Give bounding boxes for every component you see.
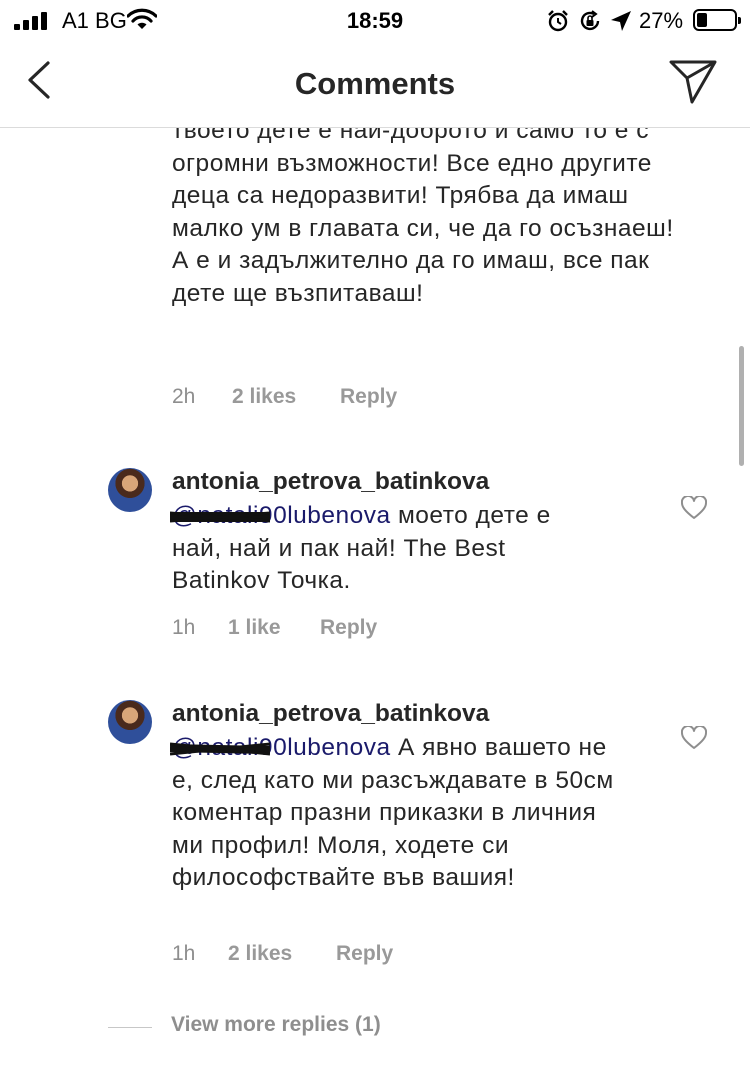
divider bbox=[108, 1027, 152, 1028]
view-more-replies-label: View more replies (1) bbox=[171, 1013, 381, 1036]
paper-plane-icon[interactable] bbox=[668, 58, 718, 104]
status-bar: A1 BG 18:59 27% bbox=[0, 0, 750, 40]
heart-icon[interactable] bbox=[681, 496, 707, 520]
redaction-scribble bbox=[170, 742, 270, 756]
mention-link[interactable]: @natali90lubenova bbox=[170, 734, 391, 761]
avatar[interactable] bbox=[108, 468, 152, 512]
page-title: Comments bbox=[294, 66, 456, 101]
likes-count[interactable]: 2 likes bbox=[232, 385, 296, 409]
header: Comments bbox=[0, 40, 750, 128]
alarm-icon bbox=[548, 10, 568, 32]
likes-count[interactable]: 1 like bbox=[228, 616, 281, 640]
comment-username[interactable]: antonia_petrova_batinkova bbox=[172, 468, 489, 496]
clock: 18:59 bbox=[346, 8, 404, 33]
comments-list[interactable]: твоето дете е най-доброто и само то е с … bbox=[0, 128, 750, 1075]
comment-time: 1h bbox=[172, 942, 196, 965]
scrollbar[interactable] bbox=[739, 346, 744, 466]
comment-text: твоето дете е най-доброто и само то е с … bbox=[172, 128, 674, 307]
redaction-scribble bbox=[170, 511, 270, 523]
reply-button[interactable]: Reply bbox=[336, 942, 393, 966]
view-more-replies-button[interactable]: View more replies (1) bbox=[108, 1013, 508, 1043]
battery-percent: 27% bbox=[639, 8, 684, 33]
reply-button[interactable]: Reply bbox=[340, 385, 397, 409]
comment-time: 2h bbox=[172, 385, 196, 408]
reply-button[interactable]: Reply bbox=[320, 616, 377, 640]
heart-icon[interactable] bbox=[681, 726, 707, 750]
comment-username[interactable]: antonia_petrova_batinkova bbox=[172, 700, 489, 728]
location-icon bbox=[611, 11, 631, 31]
comment-time: 1h bbox=[172, 616, 196, 639]
avatar[interactable] bbox=[108, 700, 152, 744]
battery-icon bbox=[693, 9, 741, 31]
likes-count[interactable]: 2 likes bbox=[228, 942, 292, 966]
mention-link[interactable]: @natali90lubenova bbox=[170, 502, 391, 529]
rotation-lock-icon bbox=[580, 10, 600, 31]
